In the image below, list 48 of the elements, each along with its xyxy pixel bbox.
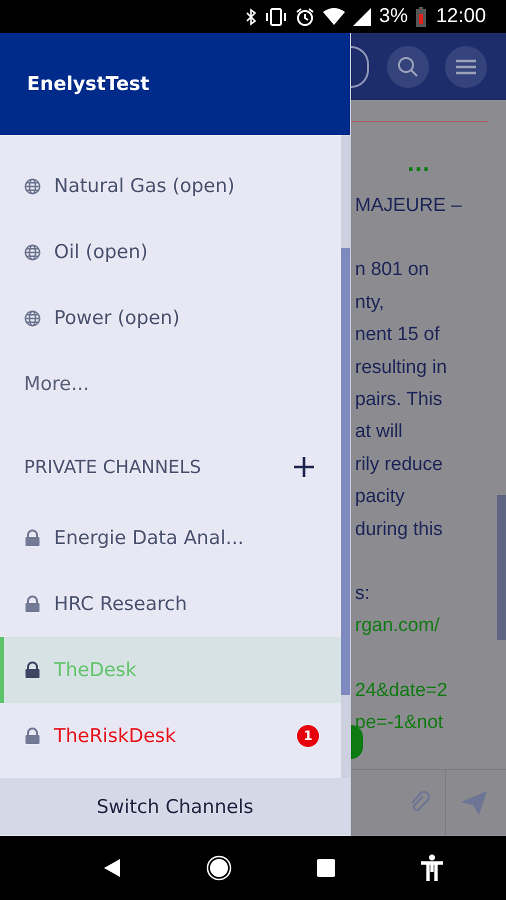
- lock-icon: [24, 727, 41, 745]
- wifi-icon: [323, 8, 346, 26]
- clock: 12:00: [436, 5, 486, 28]
- vibrate-icon: [265, 8, 288, 26]
- lock-icon: [24, 595, 41, 613]
- recents-icon[interactable]: [316, 859, 334, 877]
- search-button[interactable]: [387, 46, 429, 88]
- more-link[interactable]: More...: [0, 351, 341, 417]
- channel-item[interactable]: Power (open): [0, 285, 341, 351]
- back-icon[interactable]: [102, 858, 120, 878]
- channel-item[interactable]: TheRiskDesk 1: [0, 703, 341, 769]
- message-text: resulting in: [355, 356, 448, 380]
- unread-badge: 1: [297, 725, 319, 747]
- toolbar-button[interactable]: [351, 46, 369, 88]
- signal-icon: [353, 8, 372, 26]
- channel-item[interactable]: Energie Data Anal...: [0, 505, 341, 571]
- message-text: at will: [355, 420, 404, 444]
- alarm-icon: [295, 6, 316, 26]
- bluetooth-icon: [245, 8, 258, 26]
- lock-icon: [24, 529, 41, 547]
- message-text: n 801 on: [355, 258, 430, 282]
- message-text: rily reduce: [355, 452, 444, 477]
- add-icon[interactable]: [293, 456, 315, 478]
- switch-channels-button[interactable]: Switch Channels: [0, 778, 350, 836]
- home-icon[interactable]: [206, 855, 232, 881]
- message-text: nent 15 of: [355, 323, 441, 348]
- search-icon: [397, 56, 419, 78]
- globe-icon: [24, 178, 41, 194]
- battery-icon: [416, 6, 426, 26]
- message-text: MAJEURE –: [355, 194, 463, 218]
- message-text: pacity: [355, 485, 406, 510]
- workspace-title: EnelystTest: [27, 73, 150, 95]
- message-text: pairs. This: [355, 388, 444, 412]
- menu-button[interactable]: [445, 46, 487, 88]
- lock-icon: [24, 661, 41, 679]
- channel-item[interactable]: Oil (open): [0, 219, 341, 285]
- channel-item[interactable]: Natural Gas (open): [0, 153, 341, 219]
- accessibility-icon[interactable]: [420, 854, 444, 882]
- channel-item[interactable]: HRC Research: [0, 571, 341, 637]
- menu-icon: [455, 58, 477, 74]
- globe-icon: [24, 310, 41, 326]
- message-text: s:: [355, 582, 371, 606]
- section-header: PRIVATE CHANNELS: [24, 456, 202, 478]
- message-text: during this: [355, 518, 444, 542]
- message-text: nty,: [355, 290, 386, 315]
- battery-percent: 3%: [379, 5, 408, 28]
- globe-icon: [24, 244, 41, 260]
- ellipsis: ...: [406, 152, 431, 178]
